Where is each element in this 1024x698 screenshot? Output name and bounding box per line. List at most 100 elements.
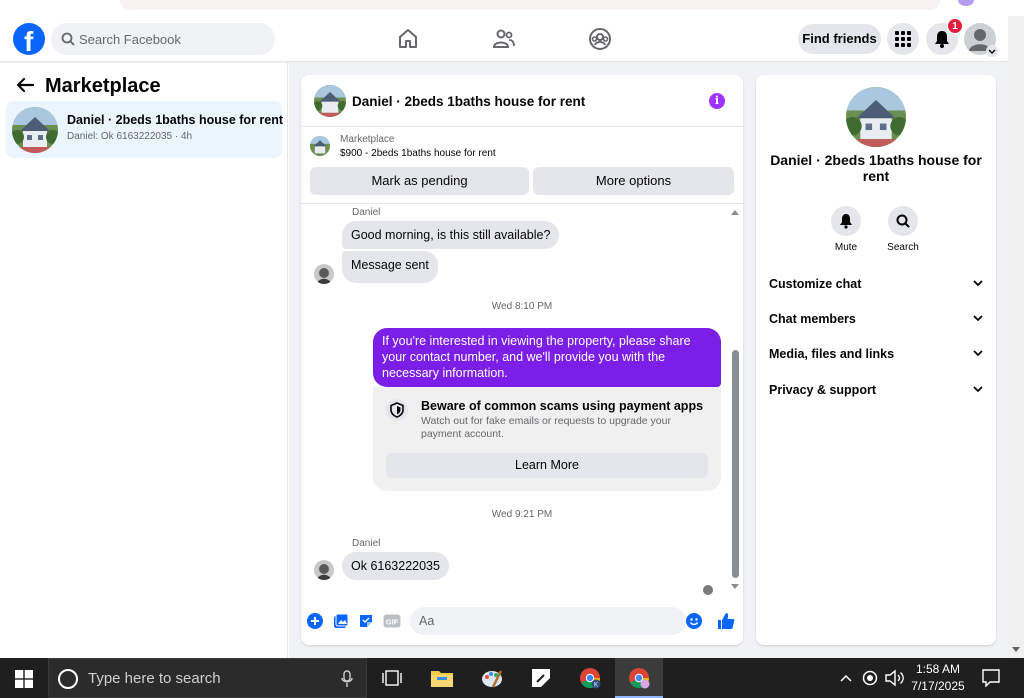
mute-button[interactable] [831,206,861,236]
message-input[interactable] [419,607,669,635]
chat-members-row[interactable]: Chat members [769,312,985,332]
row-label: Privacy & support [769,383,876,397]
groups-icon[interactable] [588,27,612,51]
mute-label: Mute [834,242,858,253]
outgoing-message[interactable]: If you're interested in viewing the prop… [373,328,721,387]
bell-icon [935,31,949,48]
info-panel-title: Daniel · 2beds 1baths house for rent [770,152,982,184]
shield-icon [390,402,404,418]
search-action[interactable]: Search [873,206,933,253]
page-scrollbar[interactable] [1008,16,1024,658]
privacy-support-row[interactable]: Privacy & support [769,383,985,403]
microphone-icon[interactable] [341,670,353,688]
plus-circle-icon[interactable] [307,613,323,629]
account-button[interactable] [964,23,998,57]
incoming-message[interactable]: Message sent [342,251,438,283]
taskbar-chrome-active[interactable] [615,658,663,698]
message-sender: Daniel [352,538,381,549]
windows-start-icon[interactable] [15,670,33,688]
facebook-header: f Find friends 1 [0,16,1008,62]
marketplace-label: Marketplace [340,134,395,145]
volume-icon[interactable] [885,669,905,687]
mark-as-pending-button[interactable]: Mark as pending [310,167,529,195]
chat-scrollbar-thumb[interactable] [732,350,739,578]
read-receipt-avatar [703,585,713,595]
row-label: Media, files and links [769,347,895,361]
clock-time[interactable]: 1:58 AM [912,662,964,676]
chevron-down-icon [973,315,983,322]
scam-warning-description: Watch out for fake emails or requests to… [421,415,671,440]
taskbar-sticky-notes[interactable] [517,658,565,698]
chevron-down-icon [973,350,983,357]
incoming-message[interactable]: Good morning, is this still available? [342,221,560,249]
learn-more-button[interactable]: Learn More [386,453,708,478]
photo-icon[interactable] [333,613,349,629]
chrome-icon [629,668,650,689]
back-arrow-icon[interactable] [16,77,34,93]
customize-chat-row[interactable]: Customize chat [769,277,985,297]
message-sender: Daniel [352,207,381,218]
taskbar-search[interactable] [48,658,367,698]
facebook-logo[interactable]: f [13,23,45,57]
message-composer[interactable] [410,607,686,635]
search-input[interactable] [79,23,269,55]
facebook-logo-letter: f [24,26,34,57]
divider [301,203,743,204]
shield-icon-wrap [386,399,408,421]
taskbar-file-explorer[interactable] [418,658,466,698]
conversation-item[interactable]: Daniel · 2beds 1baths house for rent Dan… [6,101,284,158]
svg-text:GIF: GIF [386,618,399,627]
taskbar-paint-app[interactable] [468,658,516,698]
row-label: Chat members [769,312,856,326]
listing-thumbnail-small [310,136,330,156]
sender-avatar[interactable] [314,264,334,284]
search-box[interactable] [51,23,275,55]
conversation-name: Daniel · 2beds 1baths house for rent [67,113,284,127]
location-icon[interactable] [862,670,878,686]
scam-warning-card: Beware of common scams using payment app… [373,387,721,491]
chat-header-avatar[interactable] [314,85,346,117]
menu-button[interactable] [887,23,919,55]
find-friends-button[interactable]: Find friends [798,24,881,54]
search-label: Search [887,242,919,253]
scroll-down-arrow-icon[interactable] [1012,647,1020,653]
like-icon[interactable] [716,611,736,631]
more-options-button[interactable]: More options [533,167,734,195]
media-files-links-row[interactable]: Media, files and links [769,347,985,367]
conversation-preview: Daniel: Ok 6163222035 · 4h [67,131,193,142]
chat-info-panel: Daniel · 2beds 1baths house for rent Mut… [756,75,996,645]
sticky-notes-icon [532,669,550,687]
home-icon[interactable] [396,27,420,51]
chevron-down-icon [973,280,983,287]
divider [301,126,743,127]
taskbar-chrome-profile-k[interactable]: K [566,658,614,698]
task-view-icon[interactable] [382,669,402,687]
listing-title[interactable]: $900 - 2beds 1baths house for rent [340,148,496,159]
mute-action[interactable]: Mute [816,206,876,253]
sender-avatar[interactable] [314,560,334,580]
taskbar-search-input[interactable] [88,659,328,697]
chevron-up-icon[interactable] [840,674,852,682]
browser-address-fragment [120,0,940,10]
svg-text:K: K [594,683,598,689]
chat-title[interactable]: Daniel · 2beds 1baths house for rent [352,94,585,109]
clock-date[interactable]: 7/17/2025 [908,679,968,693]
grid-menu-icon [895,31,911,47]
incoming-message[interactable]: Ok 6163222035 [342,552,449,580]
info-panel-avatar[interactable] [846,87,906,147]
profile-dot[interactable] [958,0,974,6]
search-icon [896,214,910,228]
sidebar-title: Marketplace [45,75,161,97]
emoji-icon[interactable] [686,613,702,629]
chevron-down-icon [986,45,998,57]
bell-icon [840,214,852,229]
info-icon[interactable]: i [709,93,725,109]
scroll-up-arrow-icon[interactable] [730,208,740,216]
friends-icon[interactable] [492,27,516,51]
gif-icon[interactable]: GIF [383,613,401,629]
notification-center-icon[interactable] [982,669,1000,687]
search-conversation-button[interactable] [888,206,918,236]
cortana-icon [58,669,78,689]
scroll-down-arrow-icon[interactable] [730,583,740,591]
sticker-icon[interactable] [358,613,374,629]
